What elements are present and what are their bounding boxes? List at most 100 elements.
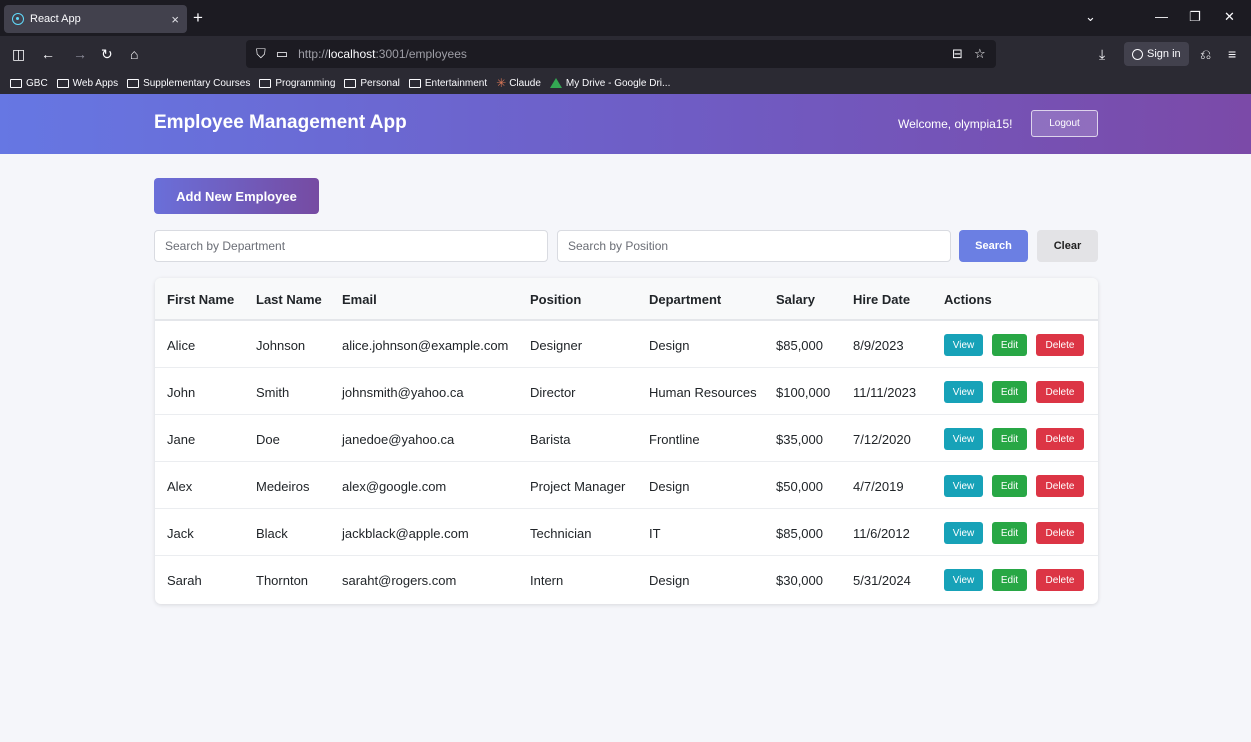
search-position-input[interactable]: [557, 230, 951, 262]
view-button[interactable]: View: [944, 334, 983, 356]
search-button[interactable]: Search: [959, 230, 1028, 262]
view-button[interactable]: View: [944, 569, 983, 591]
cell-first-name: Jack: [167, 526, 194, 541]
folder-icon: [127, 78, 140, 88]
bookmark-label: Supplementary Courses: [143, 77, 251, 89]
browser-tab[interactable]: React App ×: [4, 5, 187, 33]
back-icon[interactable]: ←: [41, 46, 55, 62]
cell-last-name: Thornton: [256, 573, 309, 588]
delete-button[interactable]: Delete: [1036, 569, 1084, 591]
shield-icon[interactable]: ⛉: [256, 46, 266, 62]
delete-button[interactable]: Delete: [1036, 381, 1084, 403]
cell-department: Design: [649, 573, 690, 588]
bookmark-folder[interactable]: Programming: [259, 78, 335, 89]
edit-button[interactable]: Edit: [992, 522, 1027, 544]
new-tab-icon[interactable]: +: [193, 9, 203, 26]
add-employee-button[interactable]: Add New Employee: [154, 178, 319, 214]
edit-button[interactable]: Edit: [992, 475, 1027, 497]
reader-view-icon[interactable]: ⊟: [952, 46, 963, 62]
edit-button[interactable]: Edit: [992, 569, 1027, 591]
column-header-first-name: First Name: [167, 292, 235, 307]
view-button[interactable]: View: [944, 475, 983, 497]
table-row: Jane Doe janedoe@yahoo.ca Barista Frontl…: [155, 415, 1098, 462]
column-header-last-name: Last Name: [256, 292, 322, 307]
cell-email: saraht@rogers.com: [342, 573, 457, 588]
delete-button[interactable]: Delete: [1036, 522, 1084, 544]
cell-first-name: Sarah: [167, 573, 202, 588]
edit-button[interactable]: Edit: [992, 428, 1027, 450]
bookmark-folder[interactable]: Personal: [344, 77, 400, 89]
bookmark-star-icon[interactable]: ☆: [974, 46, 986, 62]
view-button[interactable]: View: [944, 428, 983, 450]
download-icon[interactable]: ⤓: [1099, 46, 1105, 62]
bookmark-folder[interactable]: Supplementary Courses: [127, 78, 250, 89]
view-button[interactable]: View: [944, 522, 983, 544]
bookmark-folder[interactable]: Web Apps: [56, 77, 119, 89]
home-icon[interactable]: ⌂: [130, 46, 138, 62]
table-header: First Name Last Name Email Position Depa…: [155, 278, 1098, 321]
delete-button[interactable]: Delete: [1036, 428, 1084, 450]
bookmark-label: Web Apps: [72, 77, 119, 89]
restore-icon[interactable]: ❐: [1189, 10, 1201, 24]
close-tab-icon[interactable]: ×: [171, 12, 179, 27]
view-button[interactable]: View: [944, 381, 983, 403]
extensions-icon[interactable]: ⎌: [1200, 46, 1211, 62]
search-department-input[interactable]: [154, 230, 548, 262]
clear-button[interactable]: Clear: [1037, 230, 1098, 262]
welcome-message: Welcome, olympia15!: [898, 117, 1013, 131]
folder-icon: [259, 78, 272, 88]
cell-salary: $35,000: [776, 432, 823, 447]
cell-department: Frontline: [649, 432, 700, 447]
cell-department: Design: [649, 479, 690, 494]
close-window-icon[interactable]: ✕: [1224, 10, 1235, 24]
delete-button[interactable]: Delete: [1036, 334, 1084, 356]
cell-hire-date: 7/12/2020: [853, 432, 911, 447]
cell-position: Barista: [530, 432, 571, 447]
menu-icon[interactable]: ≡: [1228, 46, 1236, 62]
bookmark-google-drive[interactable]: My Drive - Google Dri...: [549, 78, 670, 89]
column-header-email: Email: [342, 292, 377, 307]
bookmark-folder[interactable]: GBC: [10, 78, 48, 89]
column-header-hire-date: Hire Date: [853, 292, 911, 307]
logout-button[interactable]: Logout: [1031, 110, 1098, 137]
minimize-icon[interactable]: —: [1155, 10, 1168, 24]
cell-email: janedoe@yahoo.ca: [342, 432, 455, 447]
bookmark-label: Personal: [360, 77, 400, 89]
cell-first-name: John: [167, 385, 196, 400]
cell-email: alex@google.com: [342, 479, 447, 494]
sidebar-icon[interactable]: ◫: [12, 46, 25, 62]
bookmark-label: Entertainment: [424, 77, 488, 89]
edit-button[interactable]: Edit: [992, 334, 1027, 356]
edit-button[interactable]: Edit: [992, 381, 1027, 403]
app-header: Employee Management App Welcome, olympia…: [0, 94, 1251, 154]
browser-tab-bar: React App × + ⌄ — ❐ ✕: [0, 0, 1251, 36]
sign-in-button[interactable]: Sign in: [1124, 42, 1189, 66]
folder-icon: [408, 78, 421, 88]
account-icon: [1132, 48, 1143, 60]
browser-nav-bar: ◫ ← → ↻ ⌂ ⛉ ▭ http://localhost:3001/empl…: [0, 36, 1251, 72]
cell-hire-date: 8/9/2023: [853, 338, 904, 353]
bookmark-folder[interactable]: Entertainment: [408, 77, 488, 89]
forward-icon[interactable]: →: [73, 46, 87, 62]
employees-table: First Name Last Name Email Position Depa…: [155, 278, 1098, 604]
column-header-department: Department: [649, 292, 722, 307]
cell-email: alice.johnson@example.com: [342, 338, 509, 353]
address-bar[interactable]: ⛉ ▭ http://localhost:3001/employees ⊟ ☆: [246, 40, 996, 68]
table-row: Sarah Thornton saraht@rogers.com Intern …: [155, 556, 1098, 603]
react-icon: [12, 13, 24, 25]
cell-salary: $30,000: [776, 573, 823, 588]
cell-salary: $50,000: [776, 479, 823, 494]
cell-last-name: Medeiros: [256, 479, 310, 494]
table-row: Alice Johnson alice.johnson@example.com …: [155, 321, 1098, 368]
bookmark-claude[interactable]: ✳ Claude: [496, 76, 541, 90]
delete-button[interactable]: Delete: [1036, 475, 1084, 497]
column-header-actions: Actions: [944, 292, 992, 307]
column-header-position: Position: [530, 292, 582, 307]
url-path: :3001/employees: [375, 47, 467, 61]
cell-first-name: Alex: [167, 479, 193, 494]
app-title: Employee Management App: [154, 112, 407, 133]
tab-list-icon[interactable]: ⌄: [1085, 10, 1096, 24]
cell-first-name: Jane: [167, 432, 196, 447]
cell-position: Intern: [530, 573, 564, 588]
reload-icon[interactable]: ↻: [101, 46, 113, 62]
